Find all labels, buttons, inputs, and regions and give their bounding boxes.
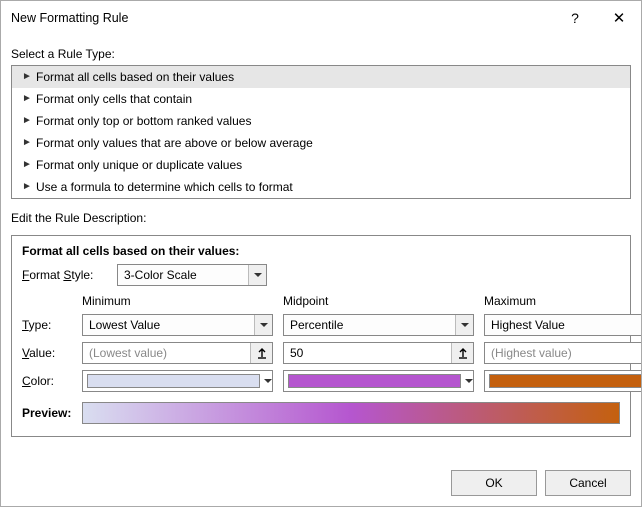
arrow-icon: ► xyxy=(22,156,36,174)
cancel-button[interactable]: Cancel xyxy=(545,470,631,496)
chevron-down-icon xyxy=(465,379,473,383)
rule-type-item[interactable]: ► Format all cells based on their values xyxy=(12,66,630,88)
mid-value-input[interactable] xyxy=(284,343,451,363)
col-header-mid: Midpoint xyxy=(283,294,474,308)
format-style-label: FFormat Style:ormat Style: xyxy=(22,268,117,282)
mid-color-swatch xyxy=(288,374,461,388)
max-color-combo[interactable] xyxy=(484,370,641,392)
dialog-content: Select a Rule Type: ► Format all cells b… xyxy=(1,35,641,460)
preview-label: Preview: xyxy=(22,406,82,420)
rule-type-label: Select a Rule Type: xyxy=(11,47,631,61)
collapse-dialog-icon[interactable] xyxy=(250,343,272,363)
mid-type-combo[interactable]: Percentile xyxy=(283,314,474,336)
min-color-swatch xyxy=(87,374,260,388)
rule-type-item[interactable]: ► Format only values that are above or b… xyxy=(12,132,630,154)
mid-type-value: Percentile xyxy=(284,318,455,332)
format-style-value: 3-Color Scale xyxy=(118,268,248,282)
max-value-input xyxy=(485,343,641,363)
max-type-value: Highest Value xyxy=(485,318,641,332)
edit-desc-label: Edit the Rule Description: xyxy=(11,211,631,225)
rule-type-text: Format all cells based on their values xyxy=(36,68,234,86)
format-style-row: FFormat Style:ormat Style: 3-Color Scale xyxy=(22,264,620,286)
collapse-dialog-icon[interactable] xyxy=(451,343,473,363)
format-style-combo[interactable]: 3-Color Scale xyxy=(117,264,267,286)
row-label-color: Color: xyxy=(22,374,72,388)
rule-type-text: Format only values that are above or bel… xyxy=(36,134,313,152)
rule-type-text: Use a formula to determine which cells t… xyxy=(36,178,293,196)
min-value-input xyxy=(83,343,250,363)
max-value-input-wrap xyxy=(484,342,641,364)
row-label-type: Type: xyxy=(22,318,72,332)
new-formatting-rule-dialog: New Formatting Rule ? ✕ Select a Rule Ty… xyxy=(0,0,642,507)
rule-type-text: Format only unique or duplicate values xyxy=(36,156,242,174)
arrow-icon: ► xyxy=(22,90,36,108)
min-value-input-wrap xyxy=(82,342,273,364)
min-color-combo[interactable] xyxy=(82,370,273,392)
rule-type-list: ► Format all cells based on their values… xyxy=(11,65,631,199)
col-header-min: Minimum xyxy=(82,294,273,308)
rule-type-item[interactable]: ► Format only unique or duplicate values xyxy=(12,154,630,176)
mid-color-combo[interactable] xyxy=(283,370,474,392)
rule-type-item[interactable]: ► Format only top or bottom ranked value… xyxy=(12,110,630,132)
mid-value-input-wrap xyxy=(283,342,474,364)
desc-title: Format all cells based on their values: xyxy=(22,244,620,258)
col-header-max: Maximum xyxy=(484,294,641,308)
close-button[interactable]: ✕ xyxy=(597,2,641,34)
max-color-swatch xyxy=(489,374,641,388)
arrow-icon: ► xyxy=(22,112,36,130)
min-type-value: Lowest Value xyxy=(83,318,254,332)
chevron-down-icon xyxy=(248,265,266,285)
arrow-icon: ► xyxy=(22,178,36,196)
chevron-down-icon xyxy=(254,315,272,335)
max-type-combo[interactable]: Highest Value xyxy=(484,314,641,336)
titlebar: New Formatting Rule ? ✕ xyxy=(1,1,641,35)
rule-description-panel: Format all cells based on their values: … xyxy=(11,235,631,437)
rule-type-item[interactable]: ► Format only cells that contain xyxy=(12,88,630,110)
dialog-title: New Formatting Rule xyxy=(11,11,553,25)
dialog-footer: OK Cancel xyxy=(1,460,641,506)
chevron-down-icon xyxy=(264,379,272,383)
row-label-value: Value: xyxy=(22,346,72,360)
scale-grid: Minimum Midpoint Maximum Type: Lowest Va… xyxy=(22,294,620,392)
preview-row: Preview: xyxy=(22,402,620,424)
rule-type-text: Format only top or bottom ranked values xyxy=(36,112,251,130)
preview-bar xyxy=(82,402,620,424)
chevron-down-icon xyxy=(455,315,473,335)
rule-type-item[interactable]: ► Use a formula to determine which cells… xyxy=(12,176,630,198)
arrow-icon: ► xyxy=(22,68,36,86)
rule-type-text: Format only cells that contain xyxy=(36,90,192,108)
arrow-icon: ► xyxy=(22,134,36,152)
help-button[interactable]: ? xyxy=(553,2,597,34)
ok-button[interactable]: OK xyxy=(451,470,537,496)
min-type-combo[interactable]: Lowest Value xyxy=(82,314,273,336)
